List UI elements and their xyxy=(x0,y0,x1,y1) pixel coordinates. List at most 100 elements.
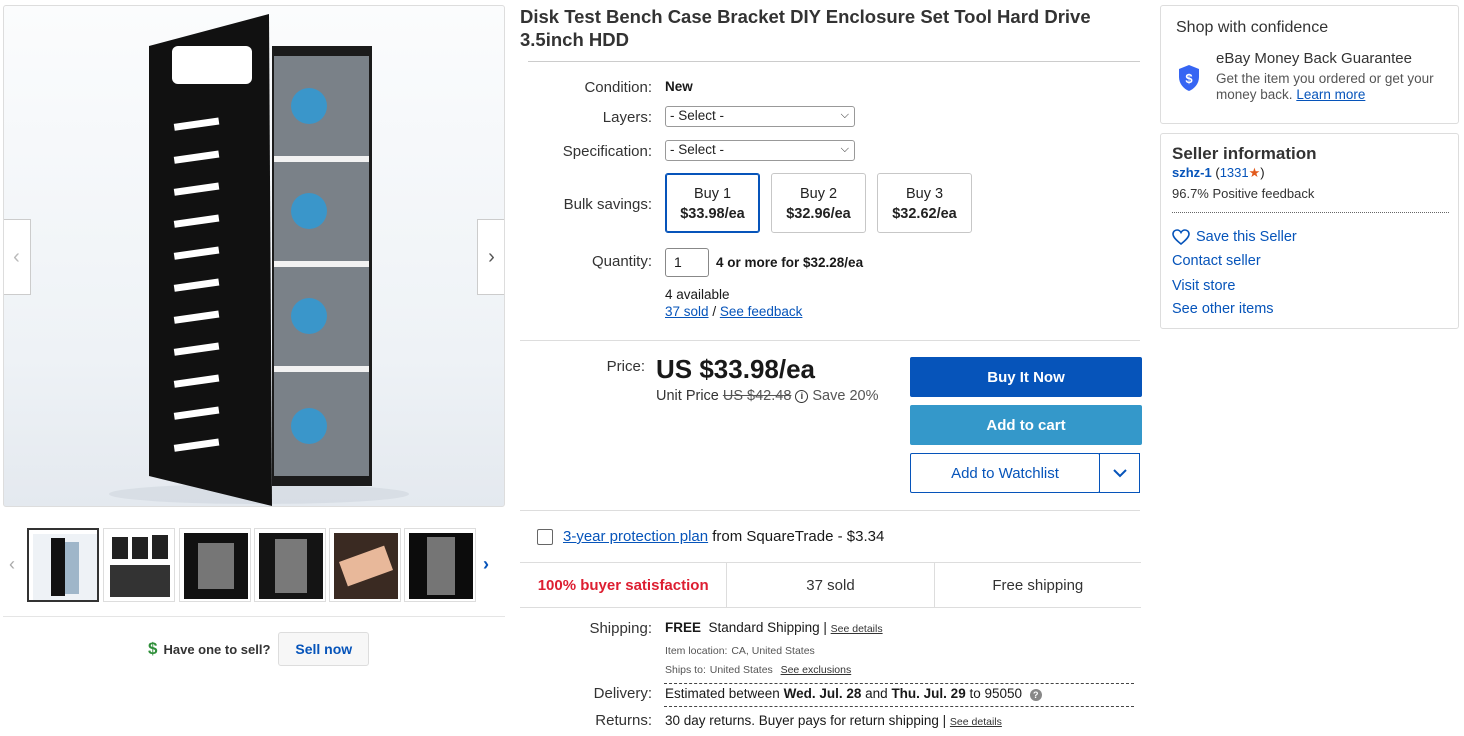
discount-percent: Save 20% xyxy=(812,388,879,404)
item-location: CA, United States xyxy=(731,645,815,657)
chevron-left-icon: ‹ xyxy=(13,245,20,268)
seller-name-link[interactable]: szhz-1 xyxy=(1172,165,1212,180)
money-back-heading: eBay Money Back Guarantee xyxy=(1216,50,1412,67)
image-next-button[interactable]: › xyxy=(477,219,504,295)
sell-question: Have one to sell? xyxy=(163,641,271,657)
save-seller-link[interactable]: Save this Seller xyxy=(1172,229,1297,245)
bulk-option-1[interactable]: Buy 1 $33.98/ea xyxy=(665,173,760,233)
chevron-down-icon: ⌵ xyxy=(840,109,849,121)
thumbnail-image xyxy=(33,534,97,600)
returns-label: Returns: xyxy=(595,712,652,729)
returns-details-link[interactable]: See details xyxy=(950,716,1002,728)
seller-score-link[interactable]: 1331 xyxy=(1220,165,1249,180)
bulk-option-3[interactable]: Buy 3 $32.62/ea xyxy=(877,173,972,233)
shield-icon: $ xyxy=(1179,65,1199,91)
bulk-price: $32.62/ea xyxy=(892,206,957,222)
bulk-qty: Buy 1 xyxy=(693,186,732,202)
help-icon[interactable]: ? xyxy=(1029,689,1042,701)
specification-select[interactable]: - Select - ⌵ xyxy=(665,140,855,161)
seller-name-row: szhz-1 (1331★) xyxy=(1172,165,1265,181)
thumbnail-1[interactable] xyxy=(27,528,99,602)
bulk-option-2[interactable]: Buy 2 $32.96/ea xyxy=(771,173,866,233)
thumbnail-6[interactable] xyxy=(404,528,476,602)
buy-it-now-button[interactable]: Buy It Now xyxy=(910,357,1142,397)
thumbnail-3[interactable] xyxy=(179,528,251,602)
protection-plan-checkbox[interactable] xyxy=(537,528,553,545)
returns-divider xyxy=(664,706,1134,707)
shop-with-confidence-panel: Shop with confidence $ eBay Money Back G… xyxy=(1160,5,1459,124)
info-icon[interactable]: i xyxy=(795,389,809,403)
unit-price-row: Unit Price US $42.48 i Save 20% xyxy=(656,388,879,404)
available-count: 4 available xyxy=(665,287,730,302)
layers-select-value: - Select - xyxy=(670,108,725,123)
shipping-details-link[interactable]: See details xyxy=(831,623,883,635)
gallery-divider xyxy=(3,616,505,617)
returns-text: 30 day returns. Buyer pays for return sh… xyxy=(665,713,947,728)
quantity-deal: 4 or more for $32.28/ea xyxy=(716,255,864,270)
ships-to: United States xyxy=(709,664,773,676)
thumbnail-image xyxy=(334,533,398,599)
free-shipping-stat: Free shipping xyxy=(992,576,1084,594)
add-to-cart-button[interactable]: Add to cart xyxy=(910,405,1142,445)
delivery-divider xyxy=(664,683,1134,684)
sell-now-button[interactable]: Sell now xyxy=(278,632,370,666)
thumbnail-4[interactable] xyxy=(254,528,326,602)
thumbnail-next-icon[interactable]: › xyxy=(483,554,489,575)
bulk-price: $33.98/ea xyxy=(680,206,745,222)
layers-select[interactable]: - Select - ⌵ xyxy=(665,106,855,127)
confidence-title: Shop with confidence xyxy=(1176,19,1329,36)
thumbnail-2[interactable] xyxy=(103,528,175,602)
bulk-qty: Buy 3 xyxy=(905,186,944,202)
visit-store-link[interactable]: Visit store xyxy=(1172,278,1235,294)
stats-row: 100% buyer satisfaction 37 sold Free shi… xyxy=(520,562,1141,608)
watchlist-dropdown-button[interactable] xyxy=(1099,453,1140,493)
satisfaction-stat: 100% buyer satisfaction xyxy=(520,563,728,607)
bulk-qty: Buy 2 xyxy=(799,186,838,202)
protection-plan-text: from SquareTrade - $3.34 xyxy=(708,528,885,545)
add-to-watchlist-button[interactable]: Add to Watchlist xyxy=(910,453,1100,493)
see-other-items-link[interactable]: See other items xyxy=(1172,301,1274,317)
item-location-label: Item location: xyxy=(665,645,728,657)
quantity-label: Quantity: xyxy=(591,253,652,270)
image-prev-button[interactable]: ‹ xyxy=(4,219,31,295)
thumbnail-5[interactable] xyxy=(329,528,401,602)
bulk-savings-label: Bulk savings: xyxy=(563,196,652,213)
seller-title: Seller information xyxy=(1172,144,1317,163)
chevron-right-icon: › xyxy=(488,245,495,268)
delivery-start: Wed. Jul. 28 xyxy=(783,686,862,701)
see-exclusions-link[interactable]: See exclusions xyxy=(781,664,852,676)
main-product-image[interactable]: ‹ › xyxy=(3,5,505,507)
sold-separator: / xyxy=(712,304,717,319)
delivery-and: and xyxy=(865,686,888,701)
sold-link[interactable]: 37 sold xyxy=(665,304,709,319)
save-seller-label: Save this Seller xyxy=(1196,229,1297,245)
sold-stat: 37 sold xyxy=(727,563,935,607)
protection-plan-link[interactable]: 3-year protection plan xyxy=(563,528,708,545)
layers-label: Layers: xyxy=(602,109,652,126)
protection-divider xyxy=(520,510,1140,511)
quantity-input[interactable]: 1 xyxy=(665,248,709,277)
returns-row: 30 day returns. Buyer pays for return sh… xyxy=(665,713,1002,728)
heart-icon xyxy=(1172,229,1190,245)
contact-seller-link[interactable]: Contact seller xyxy=(1172,253,1261,269)
specification-select-value: - Select - xyxy=(670,142,725,157)
delivery-row: Estimated between Wed. Jul. 28 and Thu. … xyxy=(665,686,1042,701)
money-back-text: Get the item you ordered or get your mon… xyxy=(1216,71,1436,103)
condition-label: Condition: xyxy=(584,79,652,96)
item-location-row: Item location: CA, United States xyxy=(665,641,815,657)
learn-more-link[interactable]: Learn more xyxy=(1296,87,1365,102)
delivery-label: Delivery: xyxy=(593,685,652,702)
star-icon: ★ xyxy=(1248,165,1261,180)
seller-divider xyxy=(1172,212,1449,213)
shipping-row: FREE Standard Shipping | See details xyxy=(665,620,883,635)
seller-feedback: 96.7% Positive feedback xyxy=(1172,186,1315,201)
title-divider xyxy=(528,61,1140,62)
bulk-price: $32.96/ea xyxy=(786,206,851,222)
see-feedback-link[interactable]: See feedback xyxy=(720,304,803,319)
sell-section: $ Have one to sell? Sell now xyxy=(148,632,370,666)
original-price: US $42.48 xyxy=(722,388,792,404)
specification-label: Specification: xyxy=(562,143,652,160)
thumbnail-prev-icon[interactable]: ‹ xyxy=(9,554,15,575)
thumbnail-strip: ‹ › xyxy=(3,526,505,606)
chevron-down-icon: ⌵ xyxy=(840,143,849,155)
